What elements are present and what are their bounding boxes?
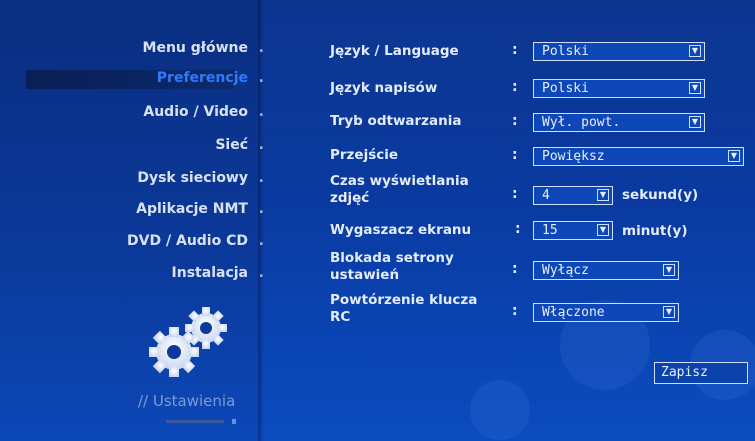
playback-mode-select-value: Wył. powt. — [542, 115, 621, 130]
rc-repeat-select-value: Włączone — [542, 305, 605, 320]
sidebar-item-dysk-sieciowy[interactable]: Dysk sieciowy . — [137, 167, 264, 189]
playback-mode-select[interactable]: Wył. powt. ▼ — [533, 113, 705, 132]
sidebar-item-label: Sieć — [215, 137, 248, 153]
transition-select[interactable]: Powiększ ▼ — [533, 147, 744, 166]
setting-label-photo-duration: Czas wyświetlania zdjęć — [330, 173, 469, 207]
sidebar-item-siec[interactable]: Sieć . — [215, 134, 264, 156]
setting-label-settings-lock-line2: ustawień — [330, 267, 400, 283]
setting-label-rc-repeat: Powtórzenie klucza RC — [330, 292, 477, 326]
menu-dot: . — [258, 137, 264, 153]
section-title: // Ustawienia — [138, 392, 236, 410]
screensaver-select[interactable]: 15 ▼ — [533, 221, 613, 240]
setting-label-language: Język / Language — [330, 43, 459, 59]
gear-icon — [149, 307, 227, 377]
subtitle-language-select[interactable]: Polski ▼ — [533, 79, 705, 98]
setting-label-settings-lock-line1: Blokada setrony — [330, 250, 454, 266]
screensaver-select-value: 15 — [542, 223, 558, 238]
subtitle-language-select-value: Polski — [542, 81, 589, 96]
setting-label-transition: Przejście — [330, 147, 399, 163]
sidebar-item-label: Preferencje — [156, 70, 248, 86]
settings-screen: Menu główne . Preferencje . Audio / Vide… — [0, 0, 755, 441]
menu-dot: . — [258, 70, 264, 86]
chevron-down-icon: ▼ — [597, 189, 609, 201]
language-select[interactable]: Polski ▼ — [533, 42, 705, 61]
background-bokeh — [470, 380, 530, 440]
colon: : — [512, 147, 518, 163]
sidebar-item-label: Dysk sieciowy — [137, 170, 248, 186]
setting-label-screensaver: Wygaszacz ekranu — [330, 222, 472, 238]
colon: : — [512, 42, 518, 58]
colon: : — [512, 113, 518, 129]
chevron-down-icon: ▼ — [689, 116, 701, 128]
sidebar-item-label: Audio / Video — [143, 104, 248, 120]
settings-lock-select-value: Wyłącz — [542, 263, 589, 278]
menu-dot: . — [258, 233, 264, 249]
sidebar-item-menu-glowne[interactable]: Menu główne . — [142, 37, 264, 59]
sidebar-item-label: Instalacja — [171, 265, 248, 281]
colon: : — [512, 79, 518, 95]
sidebar-item-instalacja[interactable]: Instalacja . — [171, 262, 264, 284]
save-button[interactable]: Zapisz — [654, 362, 748, 384]
menu-dot: . — [258, 265, 264, 281]
colon: : — [512, 186, 518, 202]
photo-duration-select-value: 4 — [542, 188, 550, 203]
transition-select-value: Powiększ — [542, 149, 605, 164]
colon: : — [512, 303, 518, 319]
menu-dot: . — [258, 201, 264, 217]
sidebar-item-preferencje[interactable]: Preferencje . — [156, 67, 264, 89]
screensaver-unit: minut(y) — [622, 223, 688, 239]
setting-label-rc-repeat-line2: RC — [330, 309, 351, 325]
photo-duration-select[interactable]: 4 ▼ — [533, 186, 613, 205]
setting-label-subtitle-language: Język napisów — [330, 80, 438, 96]
chevron-down-icon: ▼ — [663, 306, 675, 318]
chevron-down-icon: ▼ — [597, 224, 609, 236]
chevron-down-icon: ▼ — [728, 150, 740, 162]
menu-dot: . — [258, 104, 264, 120]
chevron-down-icon: ▼ — [663, 264, 675, 276]
menu-dot: . — [258, 170, 264, 186]
colon: : — [515, 221, 521, 237]
setting-label-settings-lock: Blokada setrony ustawień — [330, 250, 454, 284]
language-select-value: Polski — [542, 44, 589, 59]
settings-lock-select[interactable]: Wyłącz ▼ — [533, 261, 679, 280]
sidebar-item-aplikacje-nmt[interactable]: Aplikacje NMT . — [136, 198, 264, 220]
sidebar-item-dvd-audio-cd[interactable]: DVD / Audio CD . — [127, 230, 264, 252]
menu-dot: . — [258, 40, 264, 56]
sidebar-item-audio-video[interactable]: Audio / Video . — [143, 101, 264, 123]
setting-label-playback-mode: Tryb odtwarzania — [330, 113, 462, 129]
colon: : — [512, 261, 518, 277]
setting-label-rc-repeat-line1: Powtórzenie klucza — [330, 292, 478, 308]
sidebar-item-label: Menu główne — [142, 40, 248, 56]
setting-label-photo-duration-line1: Czas wyświetlania — [330, 173, 469, 189]
setting-label-photo-duration-line2: zdjęć — [330, 190, 370, 206]
chevron-down-icon: ▼ — [689, 82, 701, 94]
rc-repeat-select[interactable]: Włączone ▼ — [533, 303, 679, 322]
sidebar-item-label: Aplikacje NMT — [136, 201, 248, 217]
photo-duration-unit: sekund(y) — [622, 187, 699, 203]
chevron-down-icon: ▼ — [689, 45, 701, 57]
fine-print-decoration — [166, 419, 236, 424]
sidebar-item-label: DVD / Audio CD — [127, 233, 248, 249]
